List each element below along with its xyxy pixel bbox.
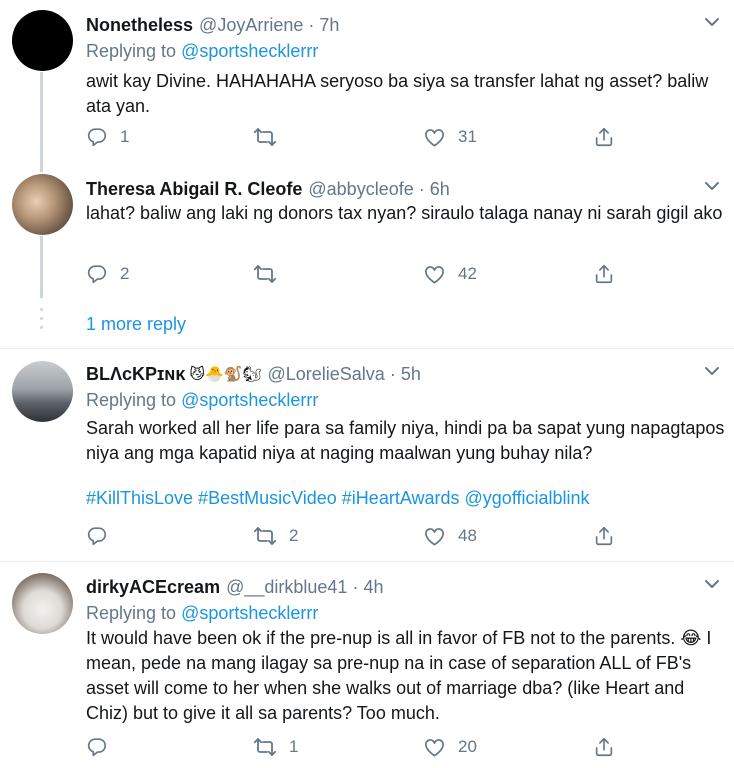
name-emojis: 😼🐣🐒🐿	[189, 366, 262, 383]
like-icon	[423, 525, 446, 548]
replying-to-mention[interactable]: @sportshecklerrr	[181, 603, 318, 623]
share-icon	[593, 736, 615, 758]
replying-to-label: Replying to	[86, 390, 177, 410]
thread-line	[40, 236, 43, 298]
like-icon	[423, 263, 446, 286]
retweet-button[interactable]	[253, 125, 289, 149]
like-count: 48	[458, 526, 477, 545]
share-icon	[593, 263, 615, 285]
timestamp[interactable]: 7h	[319, 15, 339, 36]
tweet-theresa[interactable]: Theresa Abigail R. Cleofe @abbycleofe · …	[0, 160, 734, 350]
replying-to-label: Replying to	[86, 41, 177, 61]
reply-count: 1	[120, 127, 130, 146]
chevron-down-icon[interactable]	[704, 365, 720, 377]
like-icon	[423, 126, 446, 149]
like-button[interactable]: 31	[423, 125, 477, 149]
thread-line	[40, 72, 43, 172]
retweet-button[interactable]: 1	[253, 735, 298, 759]
tweet-header: dirkyACEcream @__dirkblue41 · 4h	[86, 575, 383, 599]
separator-dot: ·	[308, 14, 315, 35]
tweet-header: BLΛᴄKPɪɴᴋ 😼🐣🐒🐿 @LorelieSalva · 5h	[86, 362, 421, 386]
share-button[interactable]	[593, 735, 615, 759]
retweet-count: 1	[289, 737, 299, 756]
share-button[interactable]	[593, 125, 615, 149]
share-button[interactable]	[593, 524, 615, 548]
separator-dot: ·	[352, 576, 359, 597]
display-name[interactable]: Theresa Abigail R. Cleofe	[86, 179, 302, 200]
reply-count: 2	[120, 264, 130, 283]
tweet-dirkyacecream[interactable]: dirkyACEcream @__dirkblue41 · 4h Replyin…	[0, 562, 734, 768]
tweet-text: Sarah worked all her life para sa family…	[86, 418, 725, 463]
retweet-icon	[253, 262, 277, 286]
tweet-text: awit kay Divine. HAHAHAHA seryoso ba siy…	[86, 71, 709, 116]
separator-dot: ·	[389, 363, 396, 384]
retweet-icon	[253, 735, 277, 759]
username[interactable]: @JoyArriene	[199, 15, 303, 36]
tweet-blackpink[interactable]: BLΛᴄKPɪɴᴋ 😼🐣🐒🐿 @LorelieSalva · 5h Replyi…	[0, 349, 734, 561]
show-more-replies-link[interactable]: 1 more reply	[86, 314, 186, 335]
reply-icon	[86, 126, 108, 148]
retweet-icon	[253, 524, 277, 548]
tweet-nonetheless[interactable]: Nonetheless @JoyArriene · 7h Replying to…	[0, 0, 734, 172]
tweet-header: Theresa Abigail R. Cleofe @abbycleofe · …	[86, 177, 450, 201]
replying-to-mention[interactable]: @sportshecklerrr	[181, 390, 318, 410]
tweet-hashtags[interactable]: #KillThisLove #BestMusicVideo #iHeartAwa…	[86, 488, 590, 509]
avatar[interactable]	[12, 573, 73, 634]
chevron-down-icon[interactable]	[704, 16, 720, 28]
timestamp[interactable]: 4h	[363, 577, 383, 598]
like-count: 20	[458, 737, 477, 756]
like-icon	[423, 736, 446, 759]
reply-icon	[86, 525, 108, 547]
display-name[interactable]: dirkyACEcream	[86, 577, 220, 598]
display-name[interactable]: Nonetheless	[86, 15, 193, 36]
replying-to: Replying to @sportshecklerrr	[86, 41, 318, 62]
avatar[interactable]	[12, 10, 73, 71]
separator-dot: ·	[418, 178, 425, 199]
display-name[interactable]: BLΛᴄKPɪɴᴋ	[86, 364, 185, 385]
timestamp[interactable]: 5h	[401, 364, 421, 385]
share-icon	[593, 525, 615, 547]
reply-button[interactable]	[86, 735, 120, 759]
username[interactable]: @__dirkblue41	[226, 577, 347, 598]
like-button[interactable]: 20	[423, 735, 477, 759]
retweet-button[interactable]: 2	[253, 524, 298, 548]
like-button[interactable]: 48	[423, 524, 477, 548]
chevron-down-icon[interactable]	[704, 578, 720, 590]
replying-to-mention[interactable]: @sportshecklerrr	[181, 41, 318, 61]
like-button[interactable]: 42	[423, 262, 477, 286]
retweet-button[interactable]	[253, 262, 289, 286]
avatar[interactable]	[12, 174, 73, 235]
reply-icon	[86, 736, 108, 758]
like-count: 31	[458, 127, 477, 146]
replying-to: Replying to @sportshecklerrr	[86, 390, 318, 411]
replying-to-label: Replying to	[86, 603, 177, 623]
retweet-count: 2	[289, 526, 299, 545]
share-button[interactable]	[593, 262, 615, 286]
avatar[interactable]	[12, 361, 73, 422]
share-icon	[593, 126, 615, 148]
reply-icon	[86, 263, 108, 285]
chevron-down-icon[interactable]	[704, 180, 720, 192]
tweet-header: Nonetheless @JoyArriene · 7h	[86, 13, 339, 37]
reply-button[interactable]: 2	[86, 262, 129, 286]
username[interactable]: @abbycleofe	[308, 179, 413, 200]
like-count: 42	[458, 264, 477, 283]
thread-dots	[40, 308, 43, 335]
reply-button[interactable]	[86, 524, 120, 548]
replying-to: Replying to @sportshecklerrr	[86, 603, 318, 624]
timestamp[interactable]: 6h	[430, 179, 450, 200]
username[interactable]: @LorelieSalva	[267, 364, 384, 385]
reply-button[interactable]: 1	[86, 125, 129, 149]
tweet-text: It would have been ok if the pre-nup is …	[86, 628, 712, 723]
tweet-text: lahat? baliw ang laki ng donors tax nyan…	[86, 203, 723, 223]
retweet-icon	[253, 125, 277, 149]
